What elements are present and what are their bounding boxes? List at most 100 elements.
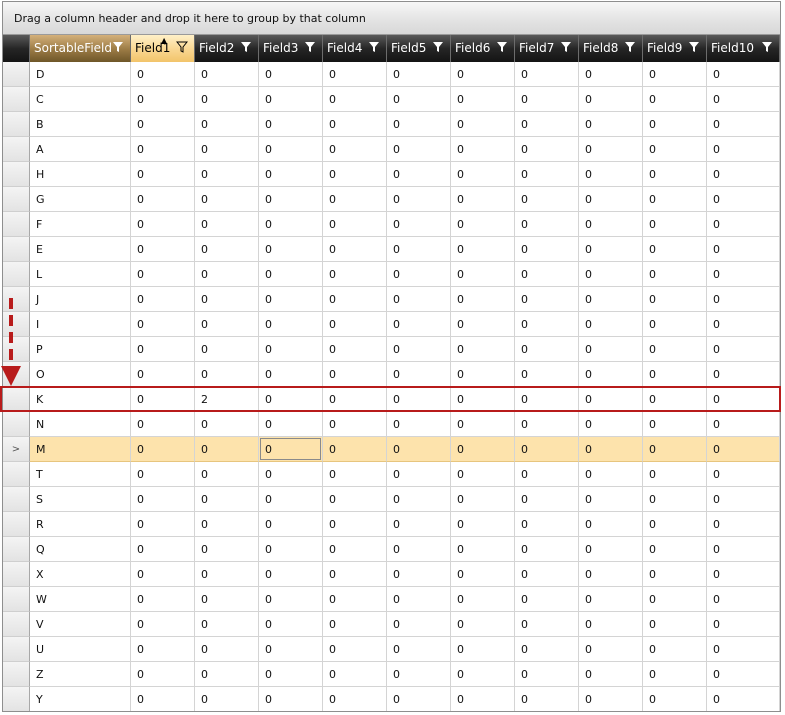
cell-field8[interactable]: 0	[579, 62, 643, 87]
row-indicator[interactable]	[3, 537, 30, 562]
cell-field8[interactable]: 0	[579, 512, 643, 537]
cell-field8[interactable]: 0	[579, 262, 643, 287]
cell-field4[interactable]: 0	[323, 212, 387, 237]
cell-field10[interactable]: 0	[707, 662, 780, 687]
group-panel[interactable]: Drag a column header and drop it here to…	[3, 2, 780, 35]
cell-field4[interactable]: 0	[323, 137, 387, 162]
cell-field7[interactable]: 0	[515, 62, 579, 87]
cell-field8[interactable]: 0	[579, 487, 643, 512]
cell-field4[interactable]: 0	[323, 437, 387, 462]
cell-field10[interactable]: 0	[707, 312, 780, 337]
cell-field5[interactable]: 0	[387, 362, 451, 387]
cell-field6[interactable]: 0	[451, 487, 515, 512]
table-row[interactable]: X0000000000	[3, 562, 780, 587]
cell-field9[interactable]: 0	[643, 287, 707, 312]
row-indicator[interactable]	[3, 587, 30, 612]
cell-field2[interactable]: 0	[195, 512, 259, 537]
cell-field8[interactable]: 0	[579, 412, 643, 437]
table-row[interactable]: U0000000000	[3, 637, 780, 662]
cell-field6[interactable]: 0	[451, 137, 515, 162]
cell-field4[interactable]: 0	[323, 587, 387, 612]
table-row[interactable]: P0000000000	[3, 337, 780, 362]
cell-field2[interactable]: 2	[195, 387, 259, 412]
cell-field9[interactable]: 0	[643, 87, 707, 112]
table-row[interactable]: R0000000000	[3, 512, 780, 537]
cell-field10[interactable]: 0	[707, 487, 780, 512]
cell-field4[interactable]: 0	[323, 287, 387, 312]
table-row[interactable]: E0000000000	[3, 237, 780, 262]
cell-field7[interactable]: 0	[515, 137, 579, 162]
cell-field3[interactable]: 0	[259, 487, 323, 512]
cell-field1[interactable]: 0	[131, 512, 195, 537]
table-row[interactable]: Q0000000000	[3, 537, 780, 562]
filter-icon[interactable]	[688, 41, 700, 53]
cell-field6[interactable]: 0	[451, 312, 515, 337]
table-row[interactable]: > M 0 0 0 0 0 0 0 0 0 0	[3, 437, 780, 462]
cell-field1[interactable]: 0	[131, 687, 195, 711]
row-indicator[interactable]	[3, 162, 30, 187]
cell-field8[interactable]: 0	[579, 562, 643, 587]
cell-field2[interactable]: 0	[195, 412, 259, 437]
cell-field1[interactable]: 0	[131, 487, 195, 512]
cell-field6[interactable]: 0	[451, 612, 515, 637]
cell-field7[interactable]: 0	[515, 237, 579, 262]
cell-field7[interactable]: 0	[515, 362, 579, 387]
cell-field4[interactable]: 0	[323, 237, 387, 262]
cell-sortablefield[interactable]: K	[30, 387, 131, 412]
cell-field1[interactable]: 0	[131, 162, 195, 187]
cell-sortablefield[interactable]: Q	[30, 537, 131, 562]
cell-field10[interactable]: 0	[707, 112, 780, 137]
cell-field6[interactable]: 0	[451, 437, 515, 462]
cell-field7[interactable]: 0	[515, 612, 579, 637]
cell-field4[interactable]: 0	[323, 687, 387, 711]
cell-field7[interactable]: 0	[515, 512, 579, 537]
cell-field3[interactable]: 0	[259, 162, 323, 187]
cell-field9[interactable]: 0	[643, 412, 707, 437]
cell-field7[interactable]: 0	[515, 262, 579, 287]
cell-field5[interactable]: 0	[387, 262, 451, 287]
cell-sortablefield[interactable]: J	[30, 287, 131, 312]
cell-field1[interactable]: 0	[131, 137, 195, 162]
cell-field10[interactable]: 0	[707, 162, 780, 187]
cell-field10[interactable]: 0	[707, 412, 780, 437]
cell-field6[interactable]: 0	[451, 87, 515, 112]
cell-field2[interactable]: 0	[195, 537, 259, 562]
cell-field5[interactable]: 0	[387, 637, 451, 662]
cell-field3[interactable]: 0	[259, 587, 323, 612]
cell-sortablefield[interactable]: A	[30, 137, 131, 162]
filter-icon[interactable]	[624, 41, 636, 53]
cell-field8[interactable]: 0	[579, 187, 643, 212]
cell-field6[interactable]: 0	[451, 112, 515, 137]
cell-field6[interactable]: 0	[451, 187, 515, 212]
cell-field5[interactable]: 0	[387, 337, 451, 362]
cell-field6[interactable]: 0	[451, 512, 515, 537]
cell-field2[interactable]: 0	[195, 287, 259, 312]
cell-field10[interactable]: 0	[707, 512, 780, 537]
cell-field6[interactable]: 0	[451, 262, 515, 287]
row-indicator[interactable]	[3, 687, 30, 711]
cell-field6[interactable]: 0	[451, 287, 515, 312]
cell-field2[interactable]: 0	[195, 562, 259, 587]
cell-field1[interactable]: 0	[131, 587, 195, 612]
cell-field8[interactable]: 0	[579, 612, 643, 637]
cell-field1[interactable]: 0	[131, 412, 195, 437]
column-header-field2[interactable]: Field2	[195, 35, 259, 62]
cell-field5[interactable]: 0	[387, 437, 451, 462]
cell-field1[interactable]: 0	[131, 87, 195, 112]
cell-field8[interactable]: 0	[579, 237, 643, 262]
cell-field9[interactable]: 0	[643, 162, 707, 187]
cell-field7[interactable]: 0	[515, 587, 579, 612]
row-indicator[interactable]	[3, 62, 30, 87]
cell-field3[interactable]: 0	[259, 687, 323, 711]
cell-field7[interactable]: 0	[515, 87, 579, 112]
cell-field10[interactable]: 0	[707, 587, 780, 612]
filter-icon[interactable]	[368, 41, 380, 53]
cell-field8[interactable]: 0	[579, 112, 643, 137]
cell-field10[interactable]: 0	[707, 337, 780, 362]
cell-field9[interactable]: 0	[643, 512, 707, 537]
cell-field3[interactable]: 0	[259, 212, 323, 237]
cell-sortablefield[interactable]: V	[30, 612, 131, 637]
cell-field6[interactable]: 0	[451, 337, 515, 362]
cell-field2[interactable]: 0	[195, 337, 259, 362]
column-header-field8[interactable]: Field8	[579, 35, 643, 62]
